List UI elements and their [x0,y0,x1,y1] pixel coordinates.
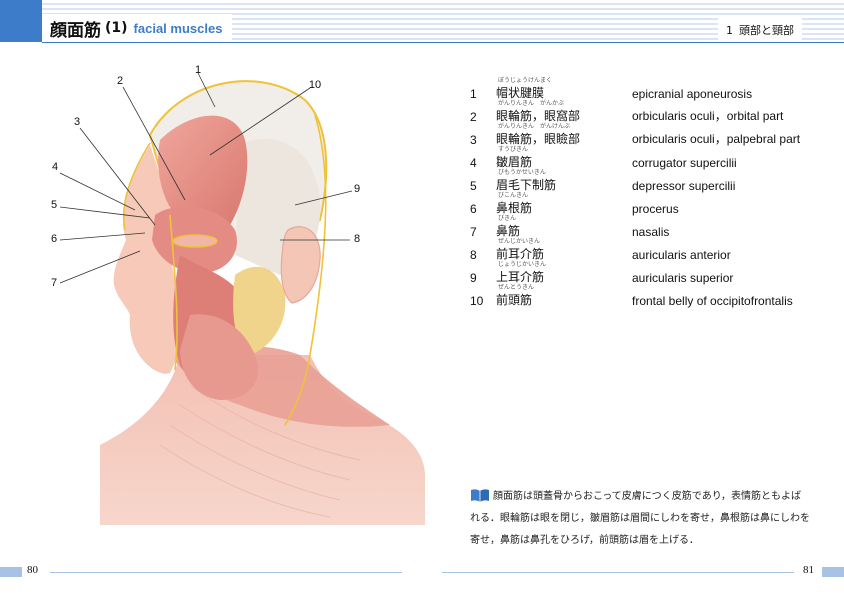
callout-5: 5 [50,199,58,211]
legend-ruby: すうびきん [498,146,529,153]
legend-name-en: procerus [632,202,679,216]
note-text: 顔面筋は頭蓋骨からおこって皮膚につく皮筋であり，表情筋ともよばれる．眼輪筋は眼を… [470,491,810,546]
legend-number: 8 [470,248,477,262]
footer-rule-left [50,572,402,573]
legend-number: 1 [470,87,477,101]
legend-number: 2 [470,110,477,124]
explanation-note: 顔面筋は頭蓋骨からおこって皮膚につく皮筋であり，表情筋ともよばれる．眼輪筋は眼を… [470,482,810,552]
section-number: 1 [726,23,733,37]
legend-row: 10 ぜんとうきん前頭筋 frontal belly of occipitofr… [470,284,820,310]
footer-rule-right [442,572,794,573]
header-color-tab [0,0,42,42]
callout-1: 1 [194,64,202,76]
legend-number: 9 [470,271,477,285]
callout-9: 9 [353,183,361,195]
page-number-right: 81 [803,564,814,576]
callout-7: 7 [50,277,58,289]
legend-name-jp: ぜんとうきん 前頭筋 [496,284,632,310]
legend-name-en: nasalis [632,225,670,239]
page-title-en: facial muscles [133,20,223,36]
legend-name-jp: びこんきん 鼻根筋 [496,192,632,218]
legend-number: 4 [470,156,477,170]
facial-muscles-illustration: 1 2 3 4 5 6 7 8 9 10 [30,55,430,535]
legend-name-en: orbicularis oculi，orbital part [632,109,784,123]
legend-ruby: ぜんじかいきん [498,238,541,245]
header-divider [42,42,844,43]
page-number-left: 80 [27,564,38,576]
legend-number: 3 [470,133,477,147]
callout-3: 3 [73,116,81,128]
legend-number: 7 [470,225,477,239]
legend-ruby: びきん [498,215,517,222]
legend-ruby: ぜんとうきん [498,284,535,291]
palpebral-part-shape [172,234,218,248]
anatomy-drawing [59,72,425,525]
section-label: 1 頭部と頸部 [718,18,802,42]
muscle-legend-list: 1 ぼうじょうけんまく 帽状腱膜 epicranial aponeurosis 2… [470,77,820,310]
section-name: 頭部と頸部 [739,24,794,37]
footer-bar-left [0,567,22,577]
open-book-icon [470,488,490,503]
page-title-jp: 顔面筋 [50,20,101,41]
legend-number: 5 [470,179,477,193]
legend-name-en: frontal belly of occipitofrontalis [632,294,793,308]
ear-shape [280,226,321,304]
legend-ruby: びこんきん [498,192,529,199]
legend-ruby: がんりんきん がんかぶ [498,100,565,107]
legend-ruby: ぼうじょうけんまく [498,77,553,84]
legend-jp-text: 前頭筋 [496,293,533,307]
callout-2: 2 [116,75,124,87]
legend-number: 6 [470,202,477,216]
legend-ruby: がんりんきん がんけんぶ [498,123,571,130]
legend-name-en: auricularis superior [632,271,734,285]
footer-bar-right [822,567,844,577]
legend-name-en: depressor supercilii [632,179,736,193]
callout-6: 6 [50,233,58,245]
callout-4: 4 [51,161,59,173]
legend-name-en: auricularis anterior [632,248,731,262]
page-title: 顔面筋 (1) facial muscles [42,14,233,42]
legend-number: 10 [470,294,484,308]
page-title-number: (1) [105,20,128,36]
legend-name-en: orbicularis oculi，palpebral part [632,132,801,146]
legend-ruby: じょうじかいきん [498,261,547,268]
legend-row: 6 びこんきん 鼻根筋 procerus [470,192,820,218]
legend-name-en: epicranial aponeurosis [632,87,753,101]
legend-ruby: びもうかせいきん [498,169,546,176]
callout-8: 8 [353,233,361,245]
legend-name-en: corrugator supercilii [632,156,737,170]
callout-10: 10 [308,79,322,91]
